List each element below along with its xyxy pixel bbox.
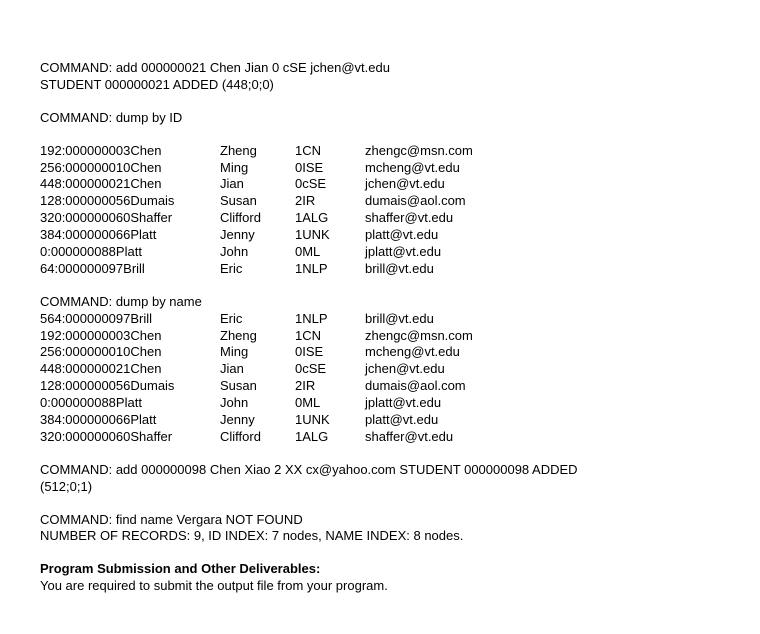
table-cell: 0cSE	[295, 361, 365, 378]
table-cell: 128:000000056Dumais	[40, 193, 220, 210]
table-cell: Susan	[220, 378, 295, 395]
table-row: 448:000000021ChenJian0cSEjchen@vt.edu	[40, 361, 720, 378]
table-cell: dumais@aol.com	[365, 378, 466, 395]
table-cell: 1UNK	[295, 227, 365, 244]
table-cell: 0cSE	[295, 176, 365, 193]
table-dump-by-name: 564:000000097BrillEric1NLPbrill@vt.edu19…	[40, 311, 720, 446]
table-cell: Jian	[220, 361, 295, 378]
table-cell: Susan	[220, 193, 295, 210]
table-cell: 2IR	[295, 193, 365, 210]
table-cell: 1CN	[295, 143, 365, 160]
command-add-1: COMMAND: add 000000021 Chen Jian 0 cSE j…	[40, 60, 720, 77]
command-dump-name: COMMAND: dump by name	[40, 294, 720, 311]
table-cell: 128:000000056Dumais	[40, 378, 220, 395]
command-dump-id: COMMAND: dump by ID	[40, 110, 720, 127]
table-cell: Clifford	[220, 210, 295, 227]
table-cell: brill@vt.edu	[365, 311, 434, 328]
table-cell: 256:000000010Chen	[40, 160, 220, 177]
table-row: 320:000000060ShafferClifford1ALGshaffer@…	[40, 429, 720, 446]
table-cell: 564:000000097Brill	[40, 311, 220, 328]
table-cell: Eric	[220, 261, 295, 278]
submission-heading: Program Submission and Other Deliverable…	[40, 561, 720, 578]
table-row: 448:000000021ChenJian0cSEjchen@vt.edu	[40, 176, 720, 193]
table-row: 192:000000003ChenZheng1CNzhengc@msn.com	[40, 143, 720, 160]
command-find: COMMAND: find name Vergara NOT FOUND	[40, 512, 720, 529]
table-cell: John	[220, 244, 295, 261]
table-cell: 384:000000066Platt	[40, 227, 220, 244]
table-cell: 448:000000021Chen	[40, 176, 220, 193]
table-cell: 0:000000088Platt	[40, 395, 220, 412]
table-cell: Zheng	[220, 143, 295, 160]
table-cell: 0ISE	[295, 160, 365, 177]
table-row: 0:000000088PlattJohn0MLjplatt@vt.edu	[40, 395, 720, 412]
table-cell: 192:000000003Chen	[40, 143, 220, 160]
table-row: 128:000000056DumaisSusan2IRdumais@aol.co…	[40, 193, 720, 210]
table-cell: shaffer@vt.edu	[365, 210, 453, 227]
table-cell: Jian	[220, 176, 295, 193]
table-cell: Zheng	[220, 328, 295, 345]
table-cell: jplatt@vt.edu	[365, 244, 441, 261]
command-add-2-line1: COMMAND: add 000000098 Chen Xiao 2 XX cx…	[40, 462, 720, 479]
table-cell: 0ML	[295, 395, 365, 412]
table-cell: 1NLP	[295, 261, 365, 278]
table-cell: jplatt@vt.edu	[365, 395, 441, 412]
table-cell: 1ALG	[295, 210, 365, 227]
table-cell: 0:000000088Platt	[40, 244, 220, 261]
command-add-2-line2: (512;0;1)	[40, 479, 720, 496]
table-cell: Jenny	[220, 412, 295, 429]
table-cell: platt@vt.edu	[365, 227, 438, 244]
table-cell: 1CN	[295, 328, 365, 345]
table-row: 256:000000010ChenMing0ISEmcheng@vt.edu	[40, 344, 720, 361]
table-cell: 192:000000003Chen	[40, 328, 220, 345]
table-dump-by-id: 192:000000003ChenZheng1CNzhengc@msn.com2…	[40, 143, 720, 278]
table-row: 128:000000056DumaisSusan2IRdumais@aol.co…	[40, 378, 720, 395]
table-cell: 1ALG	[295, 429, 365, 446]
table-cell: 0ML	[295, 244, 365, 261]
table-row: 384:000000066PlattJenny1UNKplatt@vt.edu	[40, 412, 720, 429]
table-cell: 320:000000060Shaffer	[40, 210, 220, 227]
table-cell: mcheng@vt.edu	[365, 160, 460, 177]
table-cell: Ming	[220, 160, 295, 177]
table-cell: jchen@vt.edu	[365, 176, 445, 193]
table-cell: 0ISE	[295, 344, 365, 361]
table-cell: 448:000000021Chen	[40, 361, 220, 378]
table-row: 192:000000003ChenZheng1CNzhengc@msn.com	[40, 328, 720, 345]
table-cell: John	[220, 395, 295, 412]
number-of-records: NUMBER OF RECORDS: 9, ID INDEX: 7 nodes,…	[40, 528, 720, 545]
student-added-1: STUDENT 000000021 ADDED (448;0;0)	[40, 77, 720, 94]
table-cell: zhengc@msn.com	[365, 328, 473, 345]
table-row: 256:000000010ChenMing0ISEmcheng@vt.edu	[40, 160, 720, 177]
table-row: 564:000000097BrillEric1NLPbrill@vt.edu	[40, 311, 720, 328]
table-cell: 384:000000066Platt	[40, 412, 220, 429]
table-cell: Clifford	[220, 429, 295, 446]
table-cell: Ming	[220, 344, 295, 361]
table-cell: zhengc@msn.com	[365, 143, 473, 160]
table-cell: brill@vt.edu	[365, 261, 434, 278]
table-cell: 320:000000060Shaffer	[40, 429, 220, 446]
table-cell: mcheng@vt.edu	[365, 344, 460, 361]
table-cell: 64:000000097Brill	[40, 261, 220, 278]
table-row: 0:000000088PlattJohn0MLjplatt@vt.edu	[40, 244, 720, 261]
table-cell: Jenny	[220, 227, 295, 244]
table-row: 64:000000097BrillEric1NLPbrill@vt.edu	[40, 261, 720, 278]
table-cell: 2IR	[295, 378, 365, 395]
table-cell: dumais@aol.com	[365, 193, 466, 210]
table-cell: platt@vt.edu	[365, 412, 438, 429]
table-row: 384:000000066PlattJenny1UNKplatt@vt.edu	[40, 227, 720, 244]
table-cell: 1UNK	[295, 412, 365, 429]
table-cell: 256:000000010Chen	[40, 344, 220, 361]
table-cell: Eric	[220, 311, 295, 328]
table-row: 320:000000060ShafferClifford1ALGshaffer@…	[40, 210, 720, 227]
submission-body: You are required to submit the output fi…	[40, 578, 720, 595]
table-cell: shaffer@vt.edu	[365, 429, 453, 446]
table-cell: jchen@vt.edu	[365, 361, 445, 378]
table-cell: 1NLP	[295, 311, 365, 328]
